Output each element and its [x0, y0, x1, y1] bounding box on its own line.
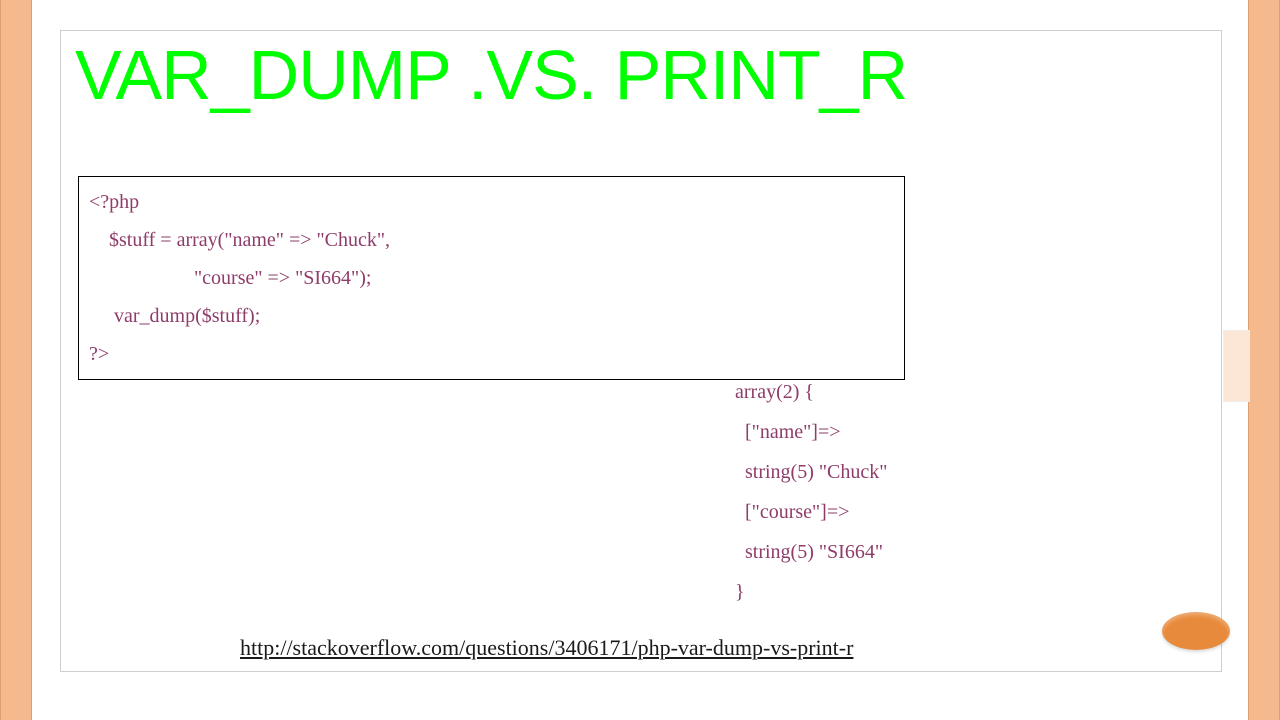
right-decorative-stripe [1248, 0, 1280, 720]
reference-link[interactable]: http://stackoverflow.com/questions/34061… [240, 635, 853, 661]
right-accent-block [1223, 330, 1250, 402]
code-line: "course" => "SI664"); [89, 259, 894, 297]
output-block: array(2) { ["name"]=> string(5) "Chuck" … [735, 372, 995, 612]
slide-number-badge [1162, 612, 1230, 650]
left-decorative-stripe [0, 0, 32, 720]
code-line: $stuff = array("name" => "Chuck", [89, 221, 894, 259]
code-line: ?> [89, 335, 894, 373]
output-line: string(5) "SI664" [735, 532, 995, 572]
slide-title: VAR_DUMP .VS. PRINT_R [75, 35, 907, 115]
output-line: ["name"]=> [735, 412, 995, 452]
output-line: ["course"]=> [735, 492, 995, 532]
output-line: } [735, 572, 995, 612]
output-line: string(5) "Chuck" [735, 452, 995, 492]
code-line: <?php [89, 183, 894, 221]
code-line: var_dump($stuff); [89, 297, 894, 335]
php-code-block: <?php $stuff = array("name" => "Chuck", … [78, 176, 905, 380]
output-line: array(2) { [735, 372, 995, 412]
